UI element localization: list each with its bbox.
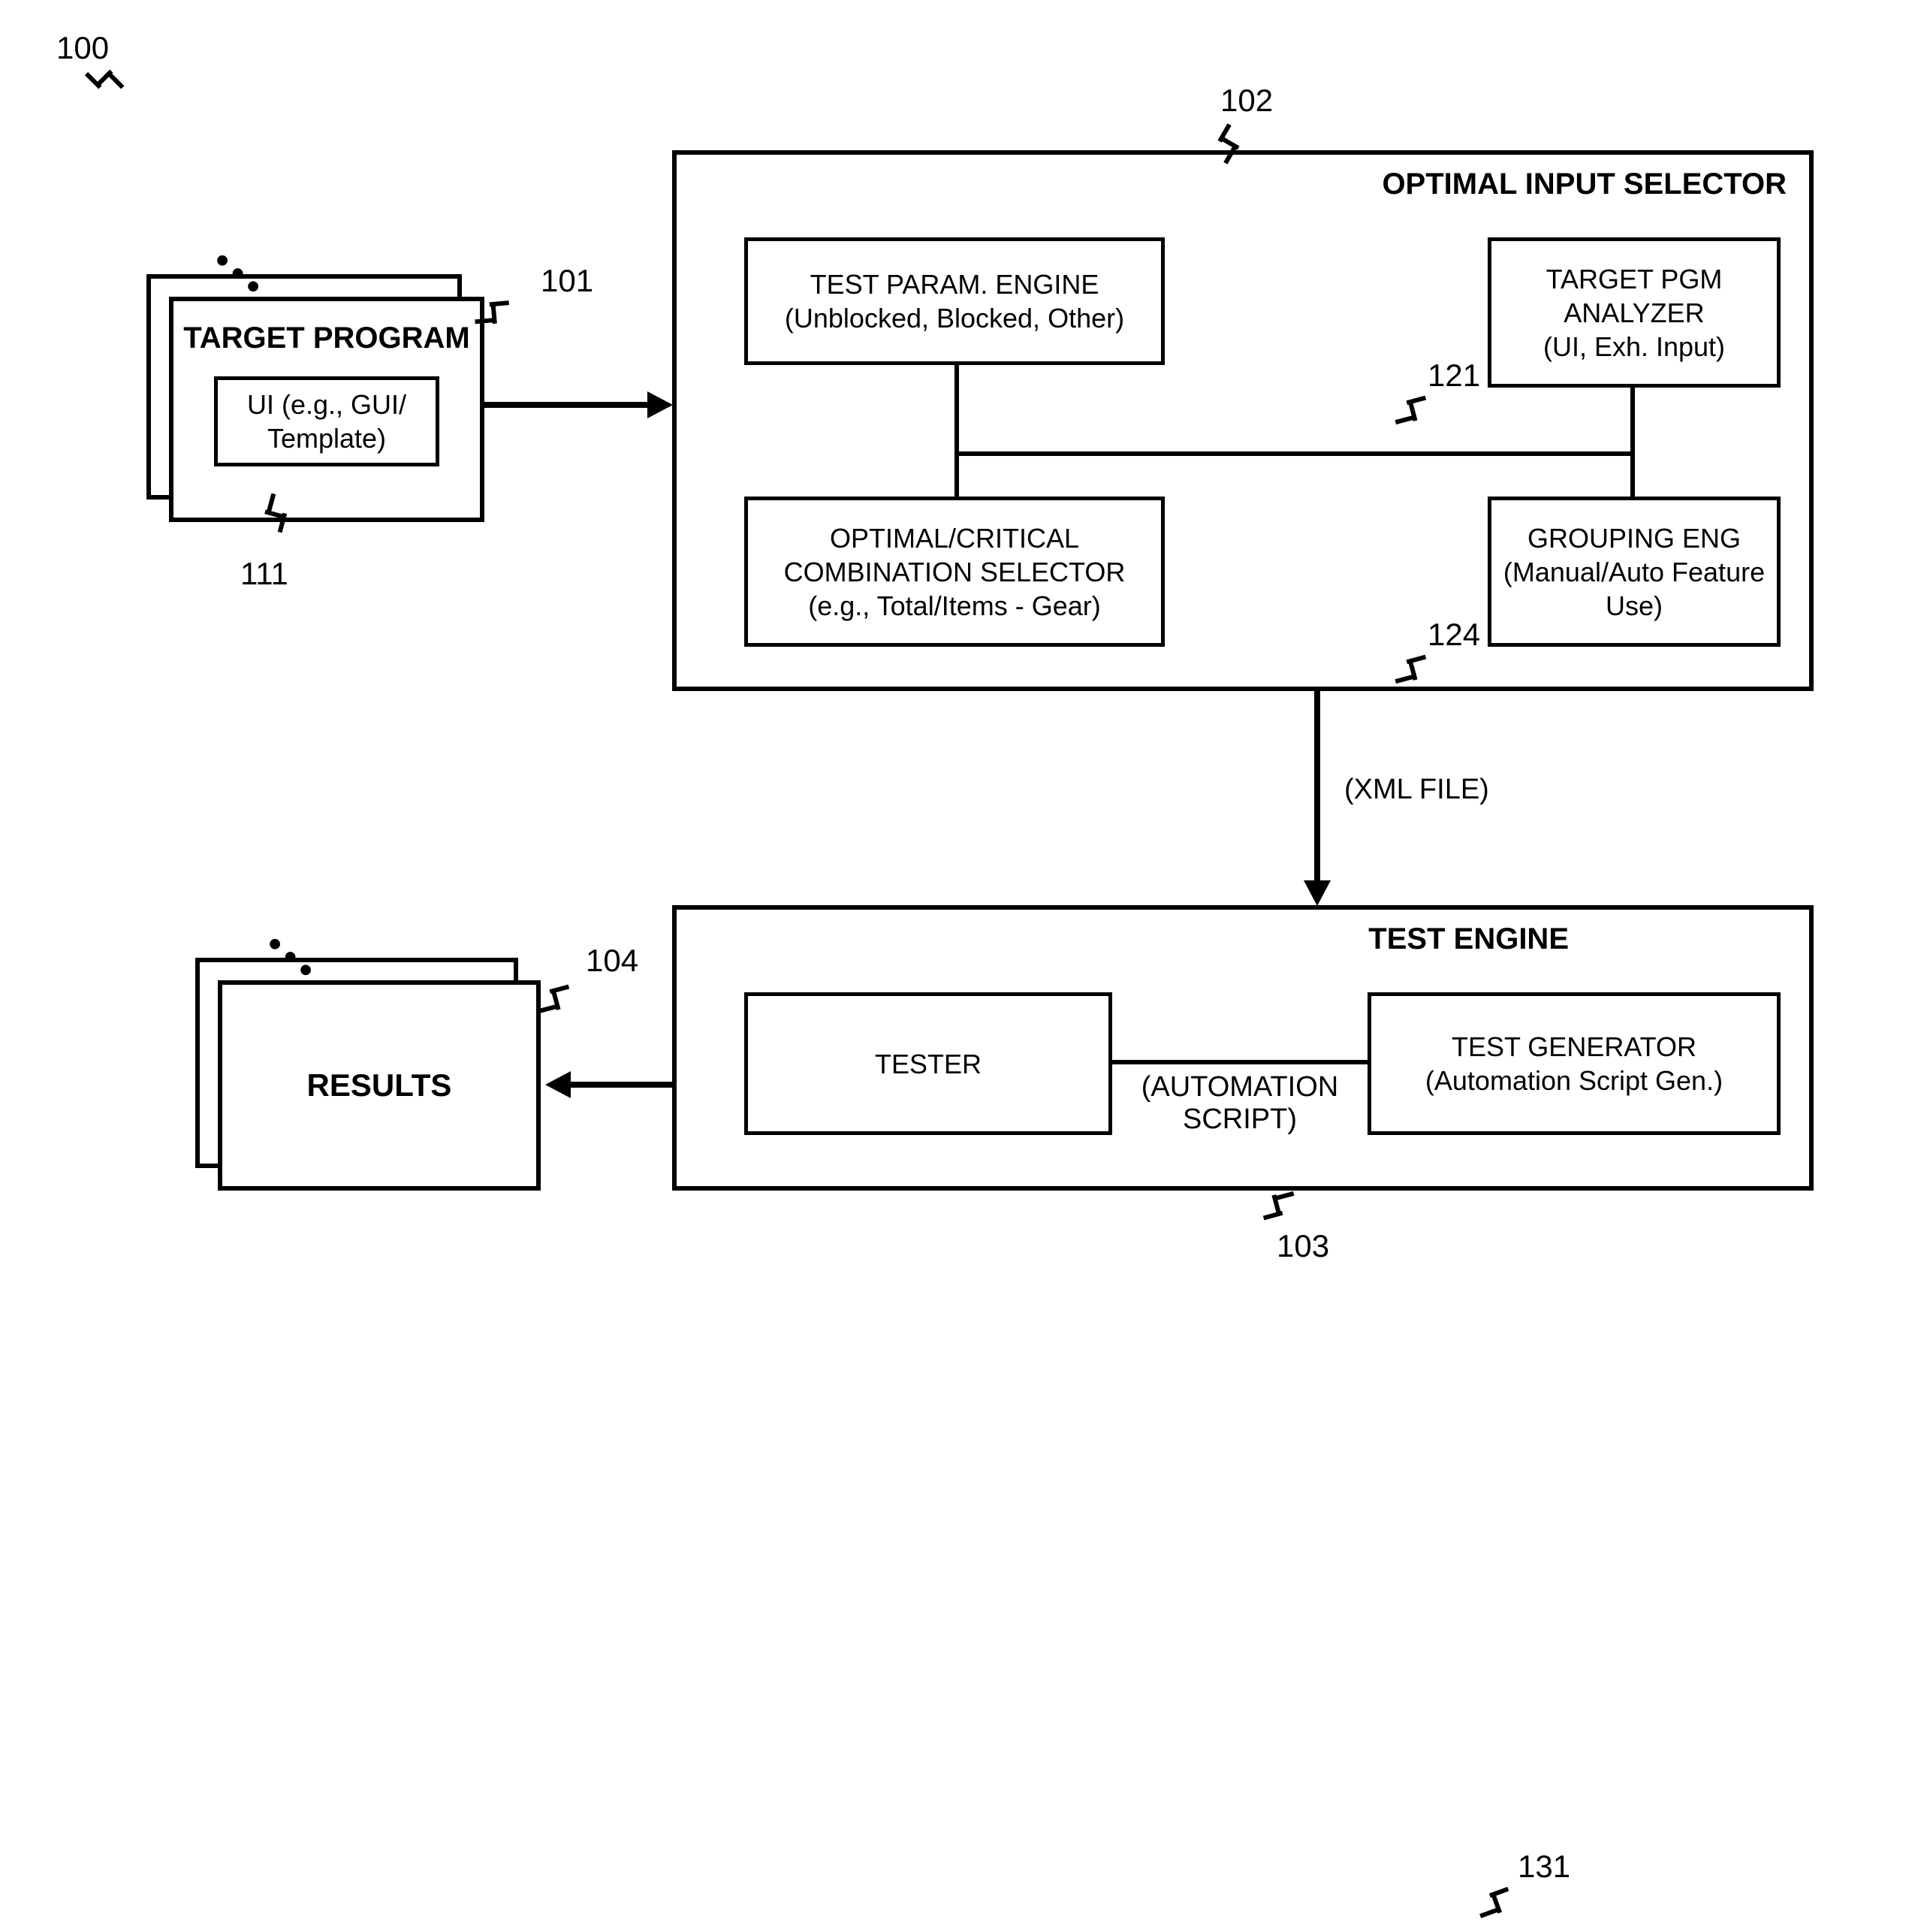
diagram-canvas: 100 TARGET PROGRAM UI (e.g., GUI/ Templa…	[0, 0, 1927, 1321]
optimal-critical-text: OPTIMAL/CRITICAL COMBINATION SELECTOR (e…	[748, 521, 1161, 623]
test-param-engine: TEST PARAM. ENGINE (Unblocked, Blocked, …	[744, 237, 1165, 365]
ref-104: 104	[586, 943, 638, 979]
tester-text: TESTER	[875, 1047, 982, 1081]
test-generator: TEST GENERATOR (Automation Script Gen.)	[1368, 992, 1781, 1135]
target-program-box: TARGET PROGRAM UI (e.g., GUI/ Template)	[169, 297, 484, 522]
target-program-title: TARGET PROGRAM	[183, 319, 469, 357]
grouping-eng: GROUPING ENG (Manual/Auto Feature Use)	[1488, 497, 1781, 647]
ref-101: 101	[541, 263, 593, 299]
ref-102: 102	[1220, 83, 1273, 119]
ois-conn-122-down	[1630, 388, 1635, 497]
ois-title: OPTIMAL INPUT SELECTOR	[1382, 165, 1787, 203]
arrow-tp-ois-head	[647, 391, 673, 418]
tester: TESTER	[744, 992, 1112, 1135]
target-pgm-analyzer-text: TARGET PGM ANALYZER (UI, Exh. Input)	[1491, 262, 1777, 364]
results-box: RESULTS	[218, 980, 541, 1191]
target-program-ui-text: UI (e.g., GUI/ Template)	[218, 388, 436, 455]
grouping-eng-text: GROUPING ENG (Manual/Auto Feature Use)	[1491, 521, 1777, 623]
test-generator-text: TEST GENERATOR (Automation Script Gen.)	[1425, 1030, 1723, 1097]
ref-111: 111	[240, 556, 288, 592]
ref-103: 103	[1277, 1228, 1329, 1264]
arrow-tp-ois	[484, 402, 650, 408]
arrow-te-results-head	[545, 1071, 571, 1098]
te-conn-tester-gen	[1112, 1060, 1368, 1064]
automation-script-label: (AUTOMATION SCRIPT)	[1127, 1071, 1353, 1136]
optimal-input-selector: OPTIMAL INPUT SELECTOR TEST PARAM. ENGIN…	[672, 150, 1814, 691]
test-param-engine-text: TEST PARAM. ENGINE (Unblocked, Blocked, …	[785, 267, 1124, 335]
ois-conn-124-stub	[954, 451, 959, 497]
ois-conn-bus	[954, 451, 1635, 456]
target-pgm-analyzer: TARGET PGM ANALYZER (UI, Exh. Input)	[1488, 237, 1781, 388]
test-engine: TEST ENGINE TESTER 131 TEST GENERATOR (A…	[672, 905, 1814, 1191]
test-engine-title: TEST ENGINE	[1368, 920, 1569, 958]
arrow-te-results	[571, 1082, 672, 1088]
ref-121: 121	[1428, 358, 1480, 394]
target-program-ui-box: UI (e.g., GUI/ Template)	[214, 376, 439, 466]
xml-file-label: (XML FILE)	[1344, 774, 1489, 806]
results-title: RESULTS	[307, 1066, 452, 1106]
arrow-ois-te-head	[1304, 880, 1331, 906]
ref-124: 124	[1428, 617, 1480, 653]
arrow-ois-te	[1314, 691, 1320, 883]
ref-131: 131	[1518, 1849, 1570, 1885]
optimal-critical-selector: OPTIMAL/CRITICAL COMBINATION SELECTOR (e…	[744, 497, 1165, 647]
ref-100: 100	[56, 30, 109, 66]
